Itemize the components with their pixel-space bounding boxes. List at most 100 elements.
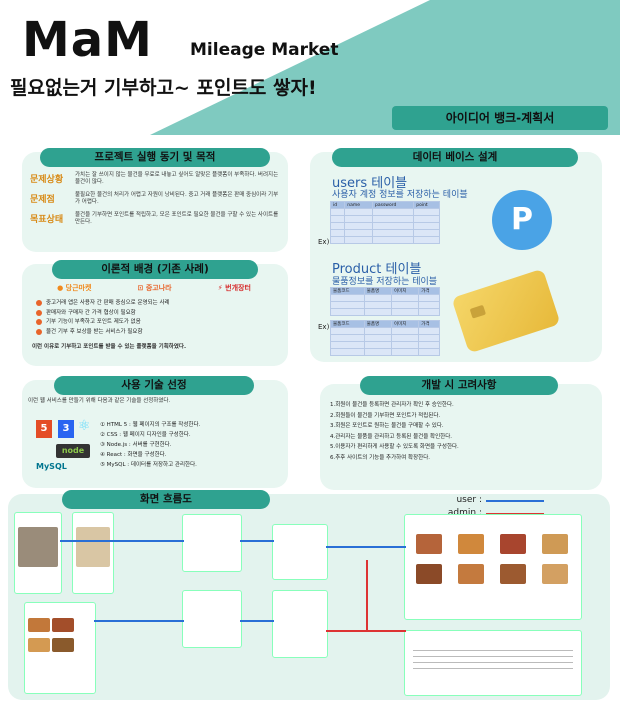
product-col: 가격 bbox=[418, 320, 440, 328]
brand-name: 중고나라 bbox=[145, 284, 172, 292]
table-row bbox=[329, 229, 440, 237]
purpose-row: 목표상태 물건을 기부하면 포인트를 적립하고, 모은 포인트로 필요한 물건을… bbox=[30, 212, 282, 226]
logo: MaM bbox=[22, 12, 153, 68]
purpose-row: 문제점 불필요한 물건의 처리가 어렵고 자원이 낭비된다. 중고 거래 플랫폼… bbox=[30, 192, 282, 206]
user-flow-line bbox=[240, 540, 274, 542]
considerations-list: 1.회원이 물건을 등록하면 관리자가 확인 후 승인한다. 2.회원들이 물건… bbox=[330, 400, 596, 463]
brand-joonggonara-logo: ⊡ 중고나라 bbox=[137, 284, 172, 292]
product-example-table: 물품코드 물품명 이미지 가격 bbox=[330, 320, 440, 356]
consideration-item: 4.관리자는 물품을 관리하고 등록된 물건을 확인한다. bbox=[330, 433, 452, 440]
brand-name: 당근마켓 bbox=[65, 284, 92, 292]
product-col: 물품코드 bbox=[330, 320, 365, 328]
list-item bbox=[413, 662, 573, 663]
list-item bbox=[413, 668, 573, 669]
purpose-rows: 문제상황 가치는 잘 쓰이지 않는 물건을 무료로 내놓고 싶어도 알맞은 플랫… bbox=[30, 172, 282, 226]
product-col: 이미지 bbox=[390, 287, 420, 295]
purpose-row: 문제상황 가치는 잘 쓰이지 않는 물건을 무료로 내놓고 싶어도 알맞은 플랫… bbox=[30, 172, 282, 186]
food-thumbnail bbox=[416, 534, 442, 554]
flow-title: 화면 흐름도 bbox=[62, 490, 270, 509]
food-thumbnail bbox=[52, 618, 74, 632]
screen-register bbox=[272, 590, 328, 658]
screen-product-grid bbox=[404, 514, 582, 620]
mysql-logo-icon: MySQL bbox=[36, 462, 67, 471]
table-row bbox=[329, 215, 440, 223]
consideration-item: 6.추후 사이트의 기능을 추가하여 확장한다. bbox=[330, 454, 431, 461]
table-row bbox=[330, 294, 440, 302]
consideration-item: 5.이용자가 편리하게 사용할 수 있도록 화면을 구성한다. bbox=[330, 444, 459, 450]
point-coin-icon: P bbox=[492, 190, 552, 250]
bullet-icon bbox=[36, 300, 42, 307]
user-flow-line bbox=[94, 620, 184, 622]
prior-bullet: 물건 기부 후 보상을 받는 서비스가 필요함 bbox=[36, 329, 280, 336]
html5-logo-icon: 5 bbox=[36, 420, 52, 438]
list-item bbox=[413, 650, 573, 651]
purpose-row-label: 문제점 bbox=[30, 195, 55, 205]
user-flow-line bbox=[60, 540, 184, 542]
tech-item: ③ Node.js : 서버를 구현한다. bbox=[100, 442, 172, 448]
brand-name: 번개장터 bbox=[225, 284, 251, 292]
product-example-label: Ex) bbox=[318, 323, 330, 331]
brand-bungae-logo: ⚡ 번개장터 bbox=[217, 284, 251, 292]
food-thumbnail bbox=[542, 534, 568, 554]
table-row bbox=[329, 208, 440, 216]
screen-login bbox=[182, 514, 242, 572]
legend-user-label: user : bbox=[456, 495, 482, 505]
product-col: 물품명 bbox=[363, 320, 392, 328]
purpose-row-text: 물건을 기부하면 포인트를 적립하고, 모은 포인트로 필요한 물건을 구할 수… bbox=[75, 212, 279, 225]
screen-mypage bbox=[272, 524, 328, 580]
screen-main-2 bbox=[72, 512, 114, 594]
product-grid bbox=[405, 515, 581, 585]
prior-bullet: 중고거래 앱은 사용자 간 판매 중심으로 운영되는 사례 bbox=[36, 300, 280, 307]
prior-bullet: 기부 기능이 부족하고 포인트 제도가 없음 bbox=[36, 319, 280, 326]
table-row bbox=[330, 348, 440, 356]
screen-admin-list bbox=[404, 630, 582, 696]
legend-user: user : bbox=[430, 494, 550, 507]
prior-brands: ● 당근마켓 ⊡ 중고나라 ⚡ 번개장터 bbox=[34, 283, 274, 293]
database-title: 데이터 베이스 설계 bbox=[332, 148, 578, 167]
prior-bullet-text: 판매자와 구매자 간 가격 협상이 필요함 bbox=[46, 309, 136, 316]
list-item bbox=[413, 656, 573, 657]
table-row bbox=[330, 341, 440, 349]
logo-subtitle: Mileage Market bbox=[190, 40, 339, 60]
tech-item: ⑤ MySQL : 데이터를 저장하고 관리한다. bbox=[100, 462, 197, 468]
document-title-banner: 아이디어 뱅크-계획서 bbox=[392, 106, 608, 130]
bullet-icon bbox=[36, 319, 42, 326]
purpose-row-text: 가치는 잘 쓰이지 않는 물건을 무료로 내놓고 싶어도 알맞은 플랫폼이 부족… bbox=[75, 172, 279, 185]
tech-logos: 5 3 ⚛ node MySQL bbox=[34, 418, 94, 482]
screen-signup bbox=[182, 590, 242, 648]
product-table: 물품코드 물품명 이미지 가격 bbox=[330, 287, 440, 316]
nodejs-logo-icon: node bbox=[56, 444, 90, 458]
consideration-item: 3.회원은 포인트로 원하는 물건을 구매할 수 있다. bbox=[330, 423, 444, 429]
product-col: 가격 bbox=[418, 287, 440, 295]
users-col: id bbox=[329, 201, 346, 209]
product-col: 이미지 bbox=[390, 320, 420, 328]
users-col: name bbox=[344, 201, 373, 209]
tech-item: ② CSS : 웹 페이지 디자인을 구성한다. bbox=[100, 432, 191, 438]
product-col: 물품코드 bbox=[330, 287, 365, 295]
css3-logo-icon: 3 bbox=[58, 420, 74, 438]
tech-title: 사용 기술 선정 bbox=[54, 376, 254, 395]
purpose-row-label: 문제상황 bbox=[30, 175, 64, 185]
food-thumbnail bbox=[28, 618, 50, 632]
user-flow-line bbox=[326, 546, 406, 548]
table-row bbox=[329, 222, 440, 230]
consideration-item: 2.회원들이 물건을 기부하면 포인트가 적립된다. bbox=[330, 412, 441, 419]
food-thumbnail bbox=[458, 564, 484, 584]
table-row bbox=[330, 334, 440, 342]
food-thumbnail bbox=[500, 564, 526, 584]
considerations-title: 개발 시 고려사항 bbox=[360, 376, 558, 395]
table-row bbox=[330, 301, 440, 309]
tech-list: ① HTML 5 : 웹 페이지의 구조를 작성한다. ② CSS : 웹 페이… bbox=[100, 420, 284, 470]
admin-flow-line bbox=[366, 560, 368, 632]
prior-title: 이론적 배경 (기존 사례) bbox=[52, 260, 258, 279]
prior-summary: 이런 이유로 기부하고 포인트를 받을 수 있는 플랫폼을 기획하였다. bbox=[32, 344, 187, 350]
table-row bbox=[329, 236, 440, 244]
food-thumbnail bbox=[416, 564, 442, 584]
react-logo-icon: ⚛ bbox=[78, 418, 91, 434]
food-thumbnail bbox=[500, 534, 526, 554]
product-col: 물품명 bbox=[363, 287, 392, 295]
food-thumbnail bbox=[542, 564, 568, 584]
table-row bbox=[330, 308, 440, 316]
tech-intro: 이런 웹 서비스를 만들기 위해 다음과 같은 기술을 선정하였다. bbox=[28, 398, 171, 404]
prior-bullet-list: 중고거래 앱은 사용자 간 판매 중심으로 운영되는 사례 판매자와 구매자 간… bbox=[36, 300, 280, 338]
